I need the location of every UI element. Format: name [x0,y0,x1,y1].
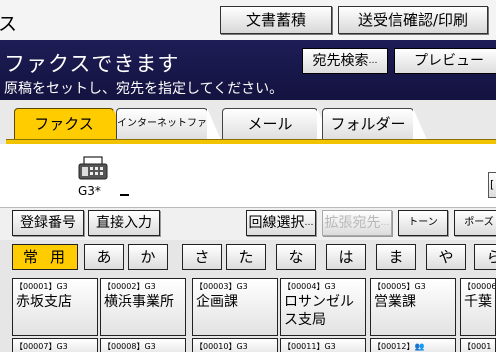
mode-indicator: ス [0,13,18,35]
tab-folder[interactable]: フォルダー [322,108,427,140]
destination-list: 【00001】G3 赤坂支店 【00002】G3 横浜事業所 【00003】G3… [0,272,496,352]
index-tab-na[interactable]: な [276,244,316,270]
destination-key[interactable]: 【00002】G3 横浜事業所 [100,278,186,336]
transmission-type-tabs: ファクス インターネットファクス メール フォルダー [0,100,496,159]
destination-number: 【00002】G3 [103,282,156,291]
destination-name: 赤坂支店 [16,294,72,310]
text-cursor [120,194,129,196]
destination-key[interactable]: 【00008】G3 [100,338,186,352]
destination-number: 【00010】G3 [195,342,248,351]
destination-key[interactable]: 【0001 [460,338,496,352]
status-header: ファクスできます 原稿をセットし、宛先を指定してください。 宛先検索… プレビュ… [0,40,496,100]
destination-search-button[interactable]: 宛先検索… [302,48,388,74]
ellipsis-mark: … [304,218,314,228]
destination-number: 【00005】G3 [373,282,426,291]
destination-number: 【0001 [463,342,492,351]
destination-key[interactable]: 【00003】G3 企画課 [192,278,278,336]
destination-number: 【00001】G3 [15,282,68,291]
tab-internet-fax[interactable]: インターネットファクス [116,108,221,159]
destination-key[interactable]: 【00007】G3 [12,338,98,352]
destination-name: 企画課 [196,294,238,310]
instruction-text: 原稿をセットし、宛先を指定してください。 [4,81,284,97]
index-tab-ya[interactable]: や [426,244,466,270]
destination-key[interactable]: 【00001】G3 赤坂支店 [12,278,98,336]
destination-key[interactable]: 【00005】G3 営業課 [370,278,456,336]
destination-name: 営業課 [374,294,416,310]
pause-button[interactable]: ポーズ [454,210,496,236]
destination-name: 横浜事業所 [104,294,174,310]
tab-email[interactable]: メール [222,108,331,140]
registration-number-button[interactable]: 登録番号 [12,210,84,236]
destination-number: 【00006 [463,282,496,291]
destination-key[interactable]: 【00006 千葉 [460,278,496,336]
destination-number: 【00003】G3 [195,282,248,291]
destination-field[interactable]: G3* [ [0,144,496,208]
entry-function-row: 登録番号 直接入力 回線選択… 拡張宛先… トーン ポーズ [0,208,496,240]
tab-fax[interactable]: ファクス [14,108,127,140]
index-tab-row: 常用 あ か さ た な は ま や ら [0,240,496,272]
destination-number: 【00007】G3 [15,342,68,351]
ellipsis-mark: … [368,56,378,66]
top-bar: ス 文書蓄積 送受信確認/印刷 [0,0,496,40]
destination-key[interactable]: 【00010】G3 [192,338,278,352]
index-tab-frequent[interactable]: 常用 [12,244,78,270]
line-select-label: 回線選択 [248,215,305,231]
index-tab-sa[interactable]: さ [182,244,222,270]
destination-scroll-button[interactable]: [ [488,172,496,198]
destination-name: 千葉 [464,294,492,310]
index-tab-a[interactable]: あ [84,244,124,270]
index-tab-ra[interactable]: ら [474,244,496,270]
page-title: ファクスできます [4,52,180,76]
direct-input-button[interactable]: 直接入力 [88,210,160,236]
destination-number: 【00008】G3 [103,342,156,351]
line-select-button[interactable]: 回線選択… [246,210,316,236]
index-tab-ta[interactable]: た [226,244,266,270]
tx-rx-status-print-button[interactable]: 送受信確認/印刷 [338,6,488,34]
extended-destination-label: 拡張宛先 [324,215,381,231]
destination-search-label: 宛先検索 [312,53,369,69]
destination-name: ロサンゼルス支局 [284,294,354,328]
fax-machine-icon [78,156,108,180]
index-tab-ha[interactable]: は [326,244,366,270]
document-storage-button[interactable]: 文書蓄積 [220,6,332,34]
destination-entry-text: G3* [78,184,101,198]
destination-number: 【00012】👥 [373,342,425,351]
destination-key[interactable]: 【00012】👥 [370,338,456,352]
destination-key[interactable]: 【00004】G3 ロサンゼルス支局 [280,278,366,336]
index-tab-ka[interactable]: か [128,244,168,270]
index-tab-ma[interactable]: ま [376,244,416,270]
destination-number: 【00011】G3 [283,342,336,351]
destination-number: 【00004】G3 [283,282,336,291]
destination-key[interactable]: 【00011】G3 [280,338,366,352]
ellipsis-mark: … [380,218,390,228]
tone-button[interactable]: トーン [398,210,448,236]
preview-button[interactable]: プレビュー [394,48,496,74]
extended-destination-button: 拡張宛先… [322,210,392,236]
